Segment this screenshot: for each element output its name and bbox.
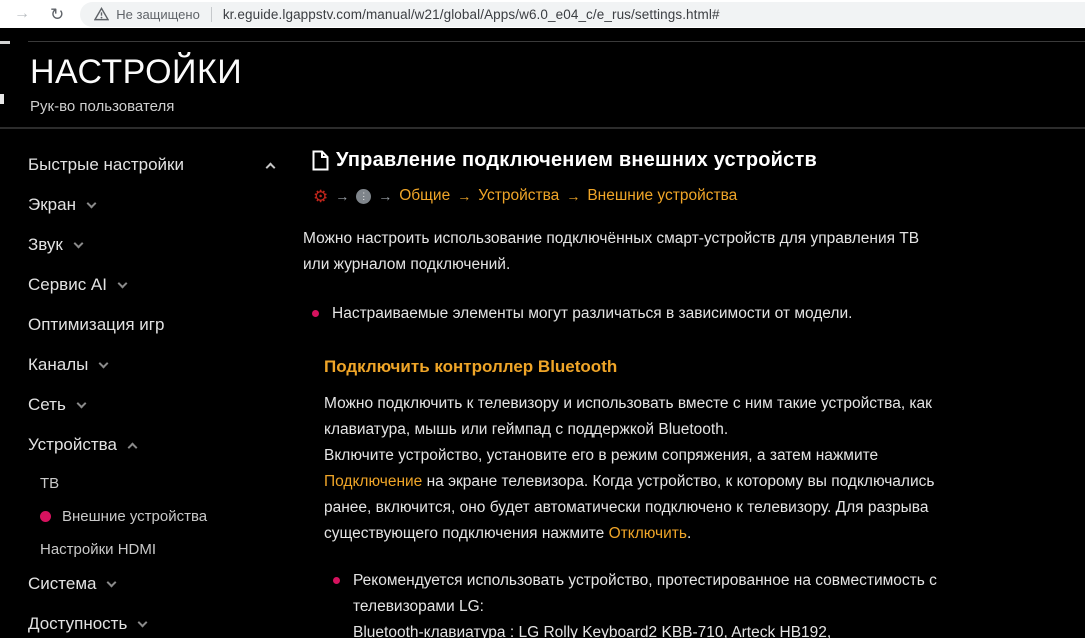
document-icon bbox=[312, 150, 329, 171]
breadcrumb: ⚙ → ⋮ → Общие → Устройства → Внешние устройства bbox=[303, 187, 1045, 205]
all-settings-icon[interactable]: ⋮ bbox=[356, 189, 371, 204]
sidebar-item-devices[interactable]: Устройства bbox=[28, 435, 280, 455]
sidebar-item-label: Настройки HDMI bbox=[40, 541, 156, 558]
chevron-down-icon bbox=[76, 398, 86, 408]
chevron-down-icon bbox=[118, 278, 128, 288]
sidebar-item-hdmi-settings[interactable]: Настройки HDMI bbox=[28, 541, 303, 558]
breadcrumb-link[interactable]: Внешние устройства bbox=[587, 187, 737, 205]
chevron-up-icon bbox=[266, 162, 276, 172]
dots-glyph: ⋮ bbox=[359, 192, 368, 201]
sidebar-item-label: Внешние устройства bbox=[62, 508, 207, 525]
sidebar-item-label: Система bbox=[28, 574, 96, 594]
body-text: Рекомендуется использовать устройство, п… bbox=[353, 572, 937, 638]
sidebar-nav: Быстрые настройки Экран Звук Сервис AI Оптим… bbox=[0, 129, 303, 638]
breadcrumb-arrow-icon: → bbox=[335, 188, 349, 204]
warning-triangle-icon bbox=[94, 7, 109, 21]
omnibox-divider bbox=[211, 7, 212, 22]
breadcrumb-arrow-icon: → bbox=[457, 188, 471, 204]
sidebar-item-system[interactable]: Система bbox=[28, 574, 280, 594]
body-text: Можно настроить использование подключённ… bbox=[303, 230, 919, 273]
chevron-down-icon bbox=[99, 358, 109, 368]
body-text: . bbox=[687, 525, 691, 542]
left-edge-dash bbox=[0, 41, 10, 44]
note-bullet: Рекомендуется использовать устройство, п… bbox=[324, 568, 1045, 638]
bullet-text: Рекомендуется использовать устройство, п… bbox=[353, 568, 937, 638]
chevron-up-icon bbox=[127, 442, 137, 452]
sidebar-item-ai-service[interactable]: Сервис AI bbox=[28, 275, 280, 295]
sidebar-item-label: Доступность bbox=[28, 614, 127, 634]
sidebar-item-label: ТВ bbox=[40, 475, 59, 492]
chevron-down-icon bbox=[87, 198, 97, 208]
breadcrumb-arrow-icon: → bbox=[378, 188, 392, 204]
article-body: Можно настроить использование подключённ… bbox=[303, 226, 1045, 638]
page-subtitle: Рук-во пользователя bbox=[30, 98, 1085, 115]
sidebar-item-label: Устройства bbox=[28, 435, 117, 455]
browser-toolbar: → ↻ Не защищено kr.eguide.lgappstv.com/m… bbox=[0, 0, 1085, 28]
chevron-down-icon bbox=[73, 238, 83, 248]
bullet-dot-icon bbox=[312, 310, 319, 317]
sidebar-item-label: Оптимизация игр bbox=[28, 315, 164, 335]
body-text: Настраиваемые элементы могут различаться… bbox=[332, 305, 852, 322]
body-text: Можно подключить к телевизору и использо… bbox=[324, 395, 932, 464]
header-topline bbox=[28, 41, 1085, 42]
sidebar-item-label: Экран bbox=[28, 195, 76, 215]
main-content: Управление подключением внешних устройст… bbox=[303, 129, 1085, 638]
bullet-dot-icon bbox=[333, 577, 340, 584]
chevron-down-icon bbox=[138, 617, 148, 627]
sidebar-item-label: Каналы bbox=[28, 355, 88, 375]
highlighted-term: Подключение bbox=[324, 473, 422, 490]
url-text: kr.eguide.lgappstv.com/manual/w21/global… bbox=[223, 7, 720, 22]
sidebar-item-accessibility[interactable]: Доступность bbox=[28, 614, 280, 634]
forward-icon[interactable]: → bbox=[14, 6, 30, 22]
sidebar-item-tv[interactable]: ТВ bbox=[28, 475, 303, 492]
chevron-down-icon bbox=[107, 577, 117, 587]
breadcrumb-arrow-icon: → bbox=[566, 188, 580, 204]
address-bar[interactable]: Не защищено kr.eguide.lgappstv.com/manua… bbox=[80, 2, 1085, 27]
paragraph: Можно подключить к телевизору и использо… bbox=[324, 391, 1045, 547]
paragraph: Можно настроить использование подключённ… bbox=[303, 226, 1045, 278]
sidebar-item-game-optimizer[interactable]: Оптимизация игр bbox=[28, 315, 280, 335]
page-title: НАСТРОЙКИ bbox=[30, 53, 1085, 92]
sidebar-item-label: Быстрые настройки bbox=[28, 155, 184, 175]
sidebar-item-network[interactable]: Сеть bbox=[28, 395, 280, 415]
bullet-text: Настраиваемые элементы могут различаться… bbox=[332, 301, 852, 327]
manual-page: НАСТРОЙКИ Рук-во пользователя Быстрые на… bbox=[0, 28, 1085, 638]
sidebar-item-label: Сеть bbox=[28, 395, 66, 415]
sidebar-item-external-devices[interactable]: Внешние устройства bbox=[28, 508, 303, 525]
sidebar-item-label: Звук bbox=[28, 235, 63, 255]
section-heading: Подключить контроллер Bluetooth bbox=[324, 357, 1045, 377]
sidebar-item-screen[interactable]: Экран bbox=[28, 195, 280, 215]
note-bullet: Настраиваемые элементы могут различаться… bbox=[303, 301, 1045, 327]
sidebar-item-quick-settings[interactable]: Быстрые настройки bbox=[28, 155, 280, 175]
sidebar-item-label: Сервис AI bbox=[28, 275, 107, 295]
reload-icon[interactable]: ↻ bbox=[50, 6, 64, 23]
security-label: Не защищено bbox=[116, 7, 200, 22]
page-header: НАСТРОЙКИ Рук-во пользователя bbox=[0, 29, 1085, 129]
active-item-bullet bbox=[40, 511, 51, 522]
article-title: Управление подключением внешних устройст… bbox=[336, 149, 817, 172]
gear-icon[interactable]: ⚙ bbox=[313, 188, 328, 205]
breadcrumb-link[interactable]: Устройства bbox=[478, 187, 559, 205]
left-edge-mark bbox=[0, 94, 4, 104]
breadcrumb-link[interactable]: Общие bbox=[399, 187, 450, 205]
sidebar-item-channels[interactable]: Каналы bbox=[28, 355, 280, 375]
sidebar-item-sound[interactable]: Звук bbox=[28, 235, 280, 255]
highlighted-term: Отключить bbox=[609, 525, 687, 542]
